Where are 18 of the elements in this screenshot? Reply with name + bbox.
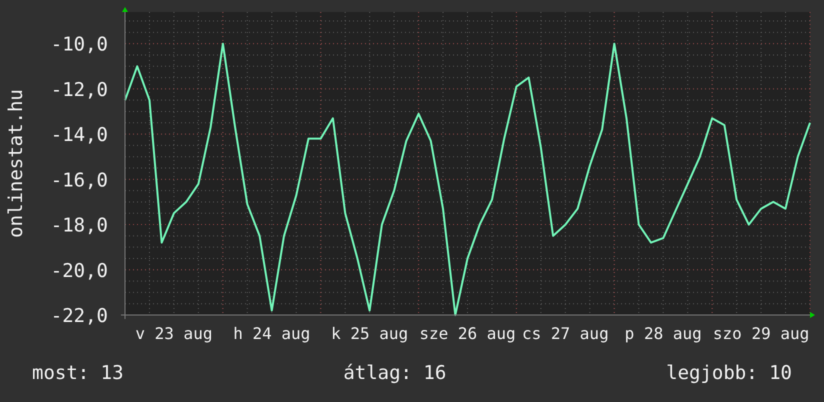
axis-tick-label: -14,0 — [50, 124, 108, 146]
axis-tick-label: -18,0 — [50, 214, 108, 237]
axis-tick-label: -10,0 — [50, 34, 108, 56]
axis-tick-label: v 23 aug — [135, 324, 212, 343]
axis-tick-label: cs 27 aug — [522, 324, 609, 343]
axis-tick-label: szo 29 aug — [712, 324, 810, 343]
axis-tick-label: k 25 aug — [331, 324, 408, 343]
legend-stat: legjobb: 10 — [666, 364, 792, 383]
axis-title: onlinestat.hu — [5, 89, 27, 238]
axis-tick-label: sze 26 aug — [419, 324, 516, 343]
legend-stat: átlag: 16 — [343, 364, 446, 383]
legend-stat: most: 13 — [32, 364, 124, 383]
axis-tick-label: p 28 aug — [624, 324, 702, 343]
axis-tick-label: -20,0 — [50, 260, 108, 282]
axis-tick-label: -12,0 — [50, 78, 108, 101]
axis-tick-label: -22,0 — [50, 305, 108, 327]
axis-tick-label: -16,0 — [50, 169, 108, 192]
axis-tick-label: h 24 aug — [233, 324, 310, 343]
